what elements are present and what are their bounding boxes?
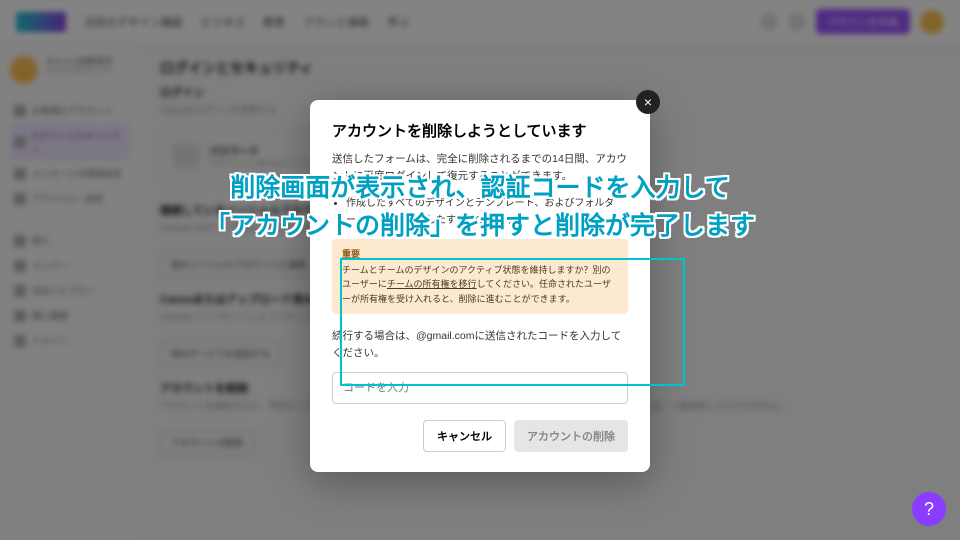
dialog-body-1: 送信したフォームは、完全に削除されるまでの14日間、アカウントに再度ログインして… (332, 151, 628, 185)
dialog-body-2: 続行する場合は、@gmail.comに送信されたコードを入力してください。 (332, 328, 628, 362)
help-fab[interactable]: ? (912, 492, 946, 526)
warning-box: 重要 チームとチームのデザインのアクティブ状態を維持しますか？別のユーザーにチー… (332, 239, 628, 315)
warning-title: 重要 (342, 247, 618, 261)
code-input[interactable] (332, 372, 628, 404)
modal-overlay: × アカウントを削除しようとしています 送信したフォームは、完全に削除されるまで… (0, 0, 960, 540)
cancel-button[interactable]: キャンセル (423, 420, 506, 452)
transfer-ownership-link[interactable]: チームの所有権を移行 (387, 279, 477, 289)
confirm-delete-button[interactable]: アカウントの削除 (514, 420, 628, 452)
dialog-title: アカウントを削除しようとしています (332, 120, 628, 141)
dialog-list-item: 作成したすべてのデザインとテンプレート、およびフォルダー・アップロードしたすべて… (346, 195, 628, 229)
delete-account-dialog: × アカウントを削除しようとしています 送信したフォームは、完全に削除されるまで… (310, 100, 650, 472)
close-icon[interactable]: × (636, 90, 660, 114)
